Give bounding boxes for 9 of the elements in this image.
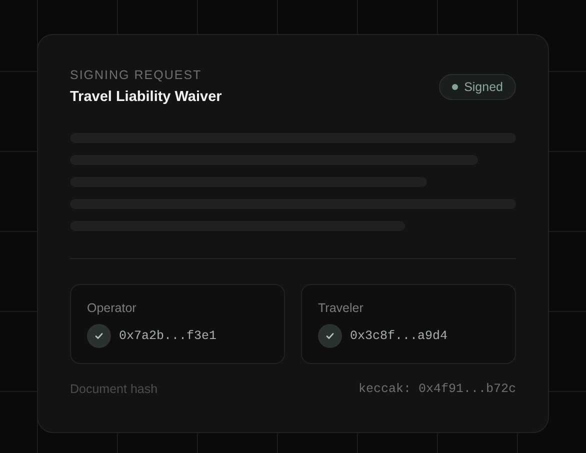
eyebrow-label: SIGNING REQUEST bbox=[70, 68, 203, 82]
hash-value: keccak: 0x4f91...b72c bbox=[358, 382, 516, 396]
wallet-address: 0x3c8f...a9d4 bbox=[350, 329, 448, 343]
hash-label: Document hash bbox=[70, 382, 158, 396]
document-title: Travel Liability Waiver bbox=[70, 89, 222, 105]
status-label: Signed bbox=[464, 80, 503, 94]
signer-role: Operator bbox=[87, 301, 138, 315]
signer-role: Traveler bbox=[318, 301, 364, 315]
wallet-address: 0x7a2b...f3e1 bbox=[119, 329, 217, 343]
